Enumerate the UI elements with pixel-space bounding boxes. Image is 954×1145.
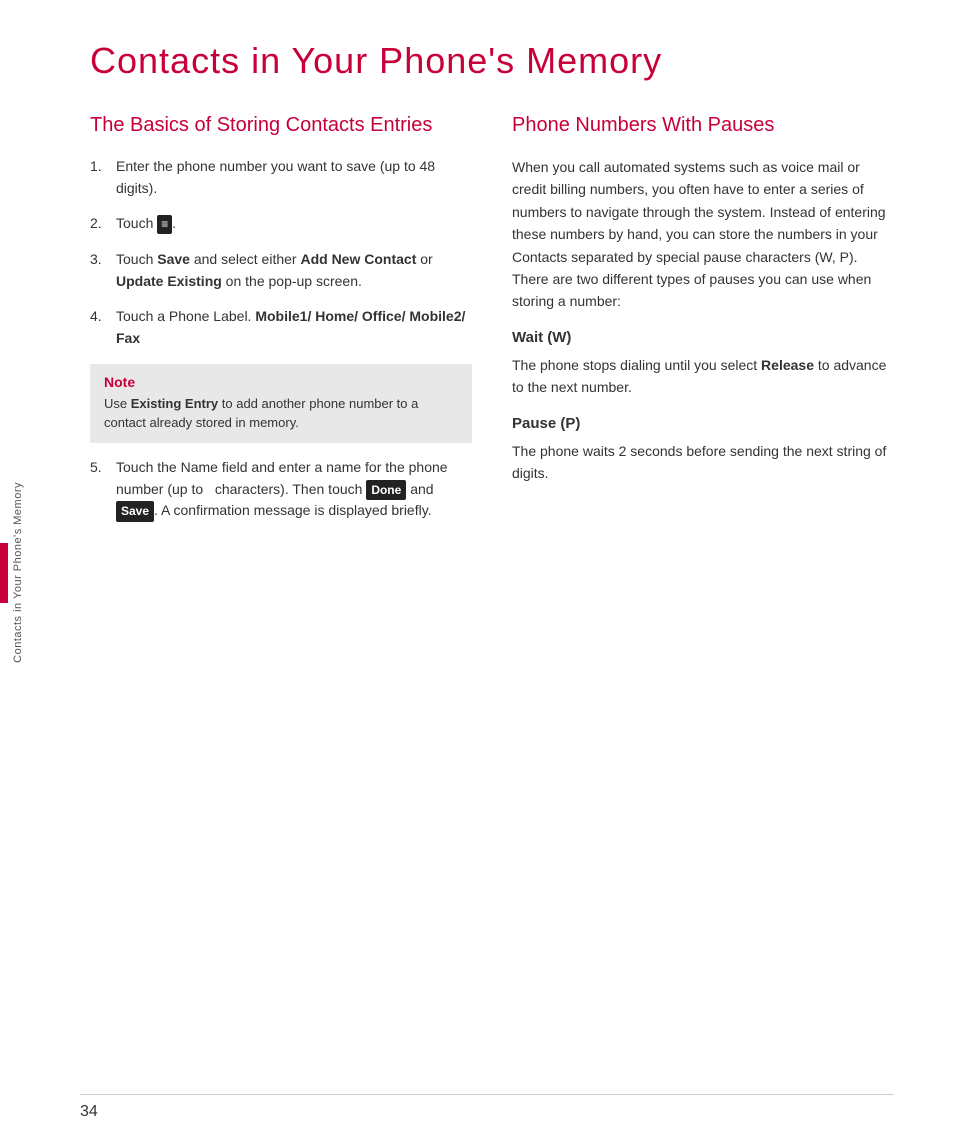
list-number-1: 1.	[90, 156, 110, 199]
list-item: 1. Enter the phone number you want to sa…	[90, 156, 472, 199]
pause-heading: Pause (P)	[512, 415, 894, 432]
page-title: Contacts in Your Phone's Memory	[90, 40, 894, 82]
right-section-heading: Phone Numbers With Pauses	[512, 112, 894, 138]
note-text: Use Existing Entry to add another phone …	[104, 394, 458, 433]
list-item: 4. Touch a Phone Label. Mobile1/ Home/ O…	[90, 306, 472, 349]
list-content-4: Touch a Phone Label. Mobile1/ Home/ Offi…	[116, 306, 472, 349]
page-divider	[80, 1094, 894, 1095]
list-number-3: 3.	[90, 249, 110, 292]
list-item: 2. Touch ≡.	[90, 213, 472, 235]
sidebar-label: Contacts in Your Phone's Memory	[12, 482, 24, 663]
list-number-5: 5.	[90, 457, 110, 522]
page-container: Contacts in Your Phone's Memory Contacts…	[0, 0, 954, 1145]
list-content-1: Enter the phone number you want to save …	[116, 156, 472, 199]
right-intro-text: When you call automated systems such as …	[512, 156, 894, 313]
pause-text: The phone waits 2 seconds before sending…	[512, 440, 894, 485]
note-label: Note	[104, 374, 458, 390]
sidebar: Contacts in Your Phone's Memory	[0, 0, 36, 1145]
list-content-3: Touch Save and select either Add New Con…	[116, 249, 472, 292]
list-number-2: 2.	[90, 213, 110, 235]
two-column-layout: The Basics of Storing Contacts Entries 1…	[90, 112, 894, 536]
page-number: 34	[80, 1103, 98, 1121]
right-column: Phone Numbers With Pauses When you call …	[512, 112, 894, 536]
done-button-inline: Done	[366, 480, 406, 501]
list-item: 3. Touch Save and select either Add New …	[90, 249, 472, 292]
left-section-heading: The Basics of Storing Contacts Entries	[90, 112, 472, 138]
list-content-5: Touch the Name field and enter a name fo…	[116, 457, 472, 522]
menu-icon: ≡	[157, 215, 172, 234]
list-number-4: 4.	[90, 306, 110, 349]
sidebar-bar	[0, 543, 8, 603]
note-box: Note Use Existing Entry to add another p…	[90, 364, 472, 443]
save-button-inline: Save	[116, 501, 154, 522]
left-column: The Basics of Storing Contacts Entries 1…	[90, 112, 472, 536]
list-item: 5. Touch the Name field and enter a name…	[90, 457, 472, 522]
list-content-2: Touch ≡.	[116, 213, 472, 235]
wait-heading: Wait (W)	[512, 329, 894, 346]
wait-text: The phone stops dialing until you select…	[512, 354, 894, 399]
